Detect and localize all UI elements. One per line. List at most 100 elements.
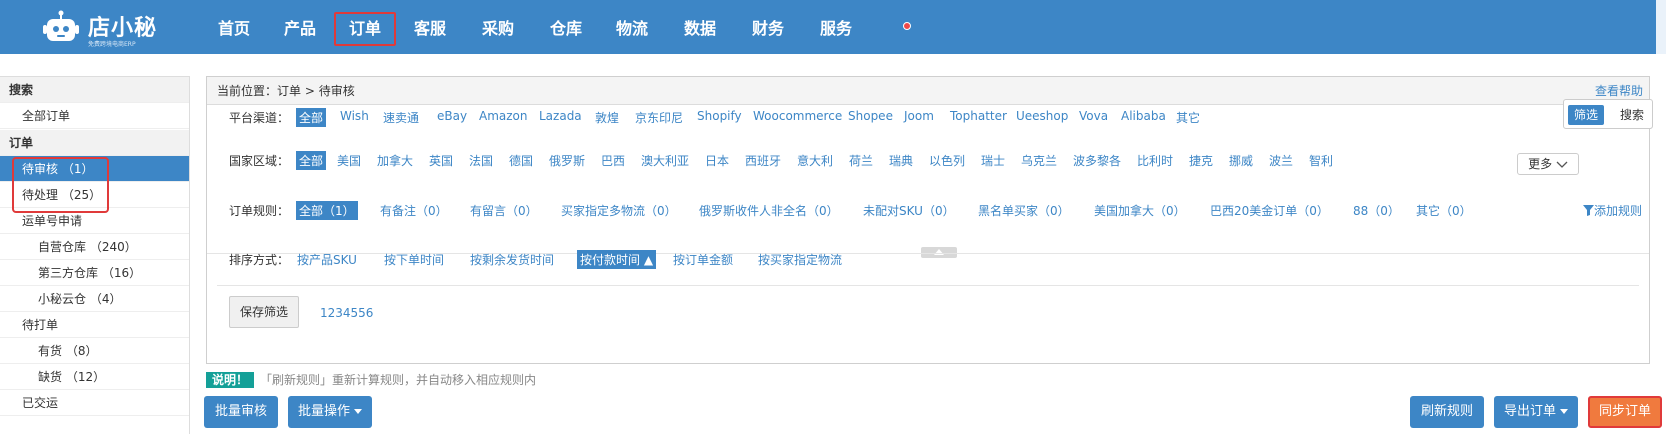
platform-option[interactable]: Vova	[1079, 109, 1108, 123]
sort-option[interactable]: 按买家指定物流	[758, 251, 842, 268]
platform-option[interactable]: Wish	[340, 109, 369, 123]
toggle-search-button[interactable]: 搜索	[1614, 105, 1650, 125]
country-option[interactable]: 荷兰	[849, 152, 873, 169]
platform-option[interactable]: Ueeshop	[1016, 109, 1068, 123]
sort-option[interactable]: 按下单时间	[384, 251, 444, 268]
note-text: 「刷新规则」重新计算规则，并自动移入相应规则内	[260, 373, 537, 387]
platform-option[interactable]: 速卖通	[383, 109, 419, 126]
sidebar-item-in-stock[interactable]: 有货 （8）	[0, 338, 189, 364]
nav-data[interactable]: 数据	[682, 12, 718, 46]
country-option[interactable]: 乌克兰	[1021, 152, 1057, 169]
note-bar: 说明！ 「刷新规则」重新计算规则，并自动移入相应规则内	[206, 371, 536, 389]
country-option[interactable]: 全部	[296, 151, 327, 170]
nav-products[interactable]: 产品	[282, 12, 318, 46]
country-option[interactable]: 挪威	[1229, 152, 1253, 169]
platform-option[interactable]: 全部	[296, 108, 327, 127]
toggle-filter-button[interactable]: 筛选	[1568, 105, 1605, 125]
nav-logistics[interactable]: 物流	[614, 12, 650, 46]
country-option[interactable]: 加拿大	[377, 152, 413, 169]
export-orders-button[interactable]: 导出订单	[1494, 396, 1578, 428]
platform-option[interactable]: 其它	[1176, 109, 1200, 126]
country-option[interactable]: 法国	[469, 152, 493, 169]
nav-home[interactable]: 首页	[216, 12, 252, 46]
country-option[interactable]: 澳大利亚	[641, 152, 689, 169]
nav-services[interactable]: 服务	[818, 12, 854, 46]
platform-option[interactable]: Woocommerce	[753, 109, 842, 123]
sidebar-item-third-party-warehouse[interactable]: 第三方仓库 （16）	[0, 260, 189, 286]
platform-option[interactable]: Shopee	[848, 109, 893, 123]
scrollbar[interactable]	[1656, 0, 1666, 54]
rule-option[interactable]: 其它（0）	[1416, 202, 1472, 219]
rule-option[interactable]: 美国加拿大（0）	[1094, 202, 1186, 219]
sync-orders-button[interactable]: 同步订单	[1588, 396, 1662, 428]
save-filter-button[interactable]: 保存筛选	[229, 296, 299, 328]
rule-option[interactable]: 买家指定多物流（0）	[561, 202, 677, 219]
rule-option[interactable]: 有留言（0）	[470, 202, 538, 219]
sidebar-item-cloud-warehouse[interactable]: 小秘云仓 （4）	[0, 286, 189, 312]
country-option[interactable]: 比利时	[1137, 152, 1173, 169]
note-tag: 说明！	[206, 372, 255, 388]
platform-option[interactable]: 敦煌	[595, 109, 619, 126]
platform-option[interactable]: 京东印尼	[635, 109, 683, 126]
nav-orders[interactable]: 订单	[334, 12, 396, 46]
sort-label: 排序方式：	[229, 253, 290, 267]
country-label: 国家区域：	[229, 154, 290, 168]
country-option[interactable]: 瑞典	[889, 152, 913, 169]
export-orders-label: 导出订单	[1503, 404, 1556, 419]
rule-option[interactable]: 俄罗斯收件人非全名（0）	[699, 202, 839, 219]
sidebar-item-shipped[interactable]: 已交运	[0, 390, 189, 416]
sort-option[interactable]: 按订单金额	[673, 251, 733, 268]
country-option[interactable]: 日本	[705, 152, 729, 169]
country-option[interactable]: 美国	[337, 152, 361, 169]
platform-option[interactable]: Alibaba	[1121, 109, 1166, 123]
country-option[interactable]: 波多黎各	[1073, 152, 1121, 169]
sidebar-item-all-orders[interactable]: 全部订单	[0, 103, 189, 129]
country-option[interactable]: 俄罗斯	[549, 152, 585, 169]
rule-option[interactable]: 88（0）	[1353, 202, 1400, 219]
rule-option[interactable]: 巴西20美金订单（0）	[1210, 202, 1329, 219]
nav-warehouse[interactable]: 仓库	[548, 12, 584, 46]
country-option[interactable]: 德国	[509, 152, 533, 169]
country-option[interactable]: 西班牙	[745, 152, 781, 169]
sidebar-item-to-print[interactable]: 待打单	[0, 312, 189, 338]
rule-option[interactable]: 有备注（0）	[380, 202, 448, 219]
brand-name: 店小秘	[88, 16, 158, 41]
platform-option[interactable]: Shopify	[697, 109, 742, 123]
top-navbar: 店小秘 免费跨境电商ERP 首页 产品 订单 客服 采购 仓库 物流 数据 财务…	[0, 0, 1666, 54]
country-option[interactable]: 瑞士	[981, 152, 1005, 169]
sort-option[interactable]: 按产品SKU	[297, 251, 357, 268]
batch-review-button[interactable]: 批量审核	[204, 396, 278, 428]
platform-option[interactable]: Joom	[904, 109, 934, 123]
add-rule-link[interactable]: 添加规则	[1583, 202, 1642, 219]
rule-option[interactable]: 黑名单买家（0）	[978, 202, 1070, 219]
country-option[interactable]: 捷克	[1189, 152, 1213, 169]
nav-purchasing[interactable]: 采购	[480, 12, 516, 46]
chevron-down-icon	[1556, 161, 1568, 168]
country-option[interactable]: 智利	[1309, 152, 1333, 169]
divider	[217, 285, 1639, 286]
platform-option[interactable]: eBay	[437, 109, 467, 123]
country-option[interactable]: 意大利	[797, 152, 833, 169]
refresh-rules-button[interactable]: 刷新规则	[1410, 396, 1484, 428]
nav-finance[interactable]: 财务	[750, 12, 786, 46]
sort-option-active[interactable]: 按付款时间 ▲	[577, 250, 657, 269]
country-option[interactable]: 波兰	[1269, 152, 1293, 169]
rule-option[interactable]: 全部（1）	[296, 201, 358, 220]
country-option[interactable]: 以色列	[929, 152, 965, 169]
saved-filter-link[interactable]: 1234556	[320, 306, 373, 320]
platform-option[interactable]: Lazada	[539, 109, 582, 123]
nav-customer-service[interactable]: 客服	[412, 12, 448, 46]
batch-ops-button[interactable]: 批量操作	[288, 396, 372, 428]
sidebar-item-out-of-stock[interactable]: 缺货 （12）	[0, 364, 189, 390]
caret-down-icon	[354, 409, 362, 414]
sort-option[interactable]: 按剩余发货时间	[470, 251, 554, 268]
rule-option[interactable]: 未配对SKU（0）	[863, 202, 955, 219]
country-option[interactable]: 巴西	[601, 152, 625, 169]
logo[interactable]: 店小秘 免费跨境电商ERP	[42, 6, 172, 48]
sidebar-head-orders: 订单	[0, 130, 189, 156]
country-option[interactable]: 英国	[429, 152, 453, 169]
platform-option[interactable]: Tophatter	[950, 109, 1007, 123]
platform-option[interactable]: Amazon	[479, 109, 528, 123]
sidebar-item-own-warehouse[interactable]: 自营仓库 （240）	[0, 234, 189, 260]
more-countries-button[interactable]: 更多	[1517, 153, 1579, 175]
